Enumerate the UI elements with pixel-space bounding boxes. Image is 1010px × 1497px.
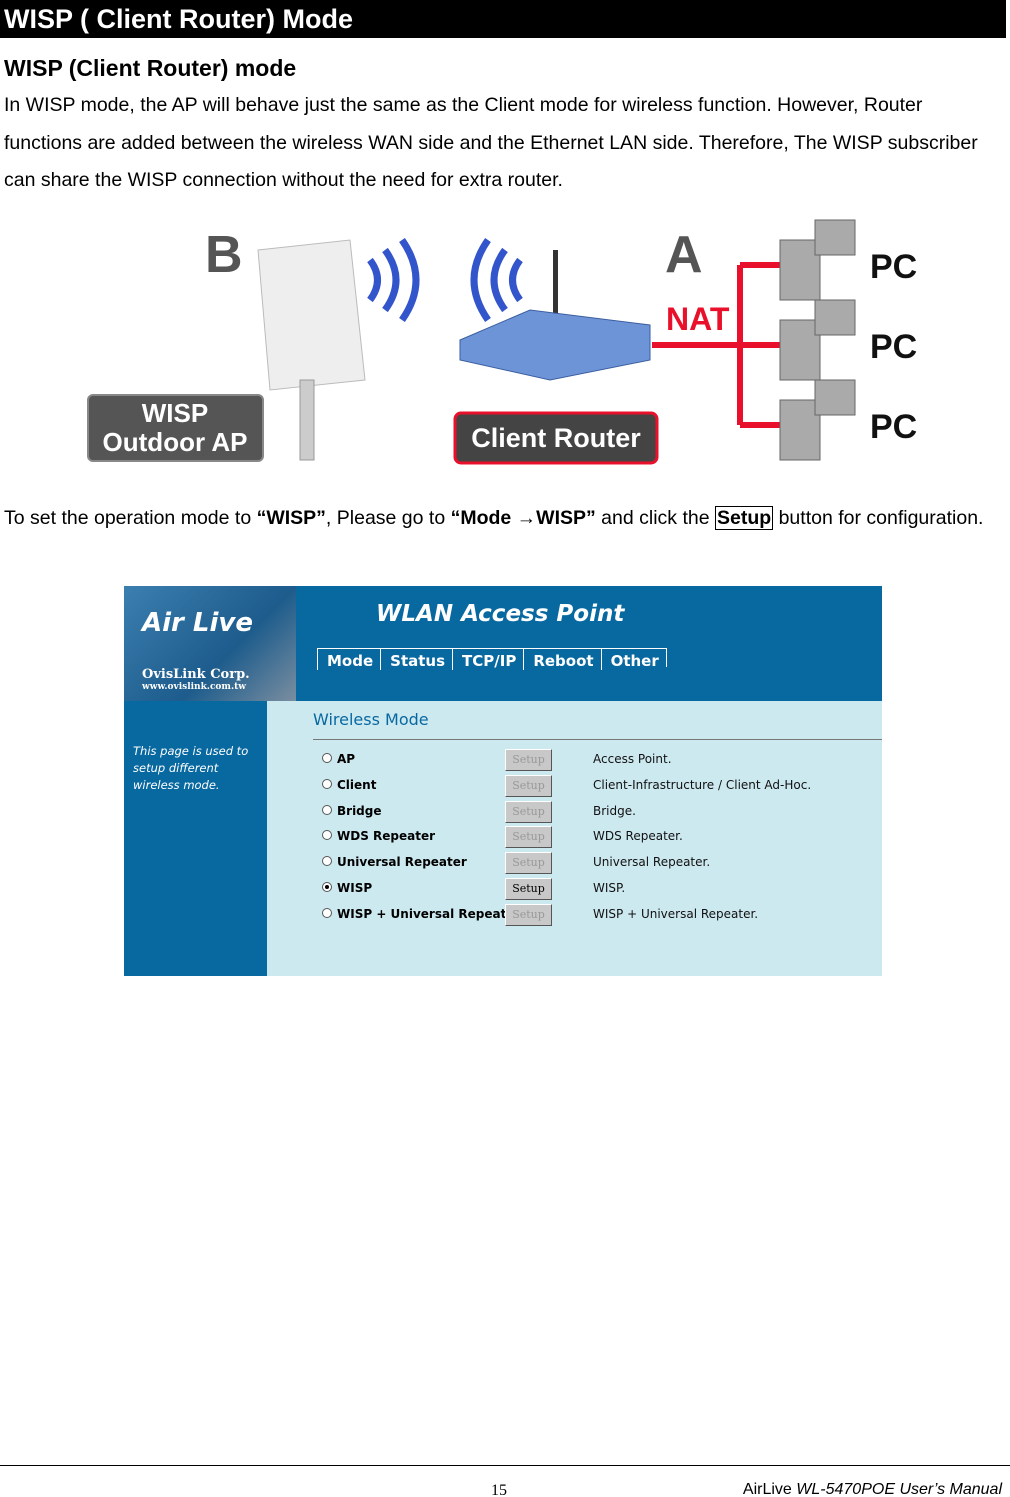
app-title: WLAN Access Point xyxy=(376,601,625,627)
mode-radio[interactable] xyxy=(322,753,332,763)
emphasis: “Mode →WISP” xyxy=(450,507,596,529)
setup-button[interactable]: Setup xyxy=(505,826,552,849)
mode-description: WDS Repeater. xyxy=(593,829,683,844)
nav-reboot[interactable]: Reboot xyxy=(523,649,600,670)
nav-mode[interactable]: Mode xyxy=(317,649,380,670)
airlive-logo: Air Live OvisLink Corp. www.ovislink.com… xyxy=(124,586,296,701)
text: , Please go to xyxy=(325,507,451,529)
mode-row: Client Setup Client-Infrastructure / Cli… xyxy=(322,774,882,797)
sidebar-help-text: This page is used to setup different wir… xyxy=(133,744,249,792)
setup-button[interactable]: Setup xyxy=(505,878,552,900)
mode-row: WISP + Universal Repeater Setup WISP + U… xyxy=(322,903,882,926)
mode-row: AP Setup Access Point. xyxy=(322,749,882,771)
wisp-ap-label: Outdoor AP xyxy=(103,427,248,457)
section-heading: WISP (Client Router) mode xyxy=(4,55,297,81)
mode-radio[interactable] xyxy=(322,856,332,867)
mode-radio[interactable] xyxy=(322,830,332,841)
nav-divider xyxy=(665,649,667,667)
text: button for configuration. xyxy=(773,507,984,529)
top-nav: Mode Status TCP/IP Reboot Other xyxy=(317,648,667,670)
page-header: WISP ( Client Router) Mode xyxy=(0,0,1006,38)
mode-label: Bridge xyxy=(337,803,382,818)
divider xyxy=(313,739,882,740)
text: To set the operation mode to xyxy=(4,507,257,529)
document-page: WISP ( Client Router) Mode WISP (Client … xyxy=(0,0,1010,1497)
footer-divider xyxy=(0,1465,1010,1466)
wisp-ap-label: WISP xyxy=(142,398,208,428)
mode-description: WISP + Universal Repeater. xyxy=(593,906,759,921)
mode-description: Access Point. xyxy=(593,752,672,766)
intro-paragraph: In WISP mode, the AP will behave just th… xyxy=(4,94,978,191)
mode-radio[interactable] xyxy=(322,804,332,815)
mode-label: WDS Repeater xyxy=(337,829,436,844)
page-number: 15 xyxy=(491,1482,507,1497)
mode-row: WDS Repeater Setup WDS Repeater. xyxy=(322,826,882,849)
pc-label: PC xyxy=(870,328,917,366)
mode-description: Universal Repeater. xyxy=(593,855,711,870)
mode-label: Client xyxy=(337,777,377,792)
screenshot-header: Air Live OvisLink Corp. www.ovislink.com… xyxy=(124,586,882,701)
logo-brand: Air Live xyxy=(142,608,253,638)
nat-lines xyxy=(652,262,780,428)
mode-radio[interactable] xyxy=(322,778,332,789)
text: and click the xyxy=(595,507,715,529)
nav-other[interactable]: Other xyxy=(600,649,666,670)
setup-button[interactable]: Setup xyxy=(505,749,552,771)
instruction-paragraph: To set the operation mode to “WISP”, Ple… xyxy=(4,500,1002,538)
setup-button[interactable]: Setup xyxy=(505,800,552,823)
section-title: Wireless Mode xyxy=(313,710,429,729)
emphasis: “WISP” xyxy=(256,507,326,529)
footer-manual: WL-5470POE User’s Manual xyxy=(796,1481,1002,1497)
outdoor-ap-icon xyxy=(257,239,366,461)
mode-radio[interactable] xyxy=(322,882,332,892)
mode-radio[interactable] xyxy=(322,907,332,918)
nav-tcpip[interactable]: TCP/IP xyxy=(452,649,523,670)
mode-description: Client-Infrastructure / Client Ad-Hoc. xyxy=(593,777,812,792)
mode-row: Universal Repeater Setup Universal Repea… xyxy=(322,852,882,875)
mode-row: WISP Setup WISP. xyxy=(322,878,882,900)
pc-icons xyxy=(779,219,856,461)
mode-label: WISP + Universal Repeater xyxy=(337,906,521,921)
mode-description: WISP. xyxy=(593,881,626,895)
label-b: B xyxy=(205,226,243,284)
logo-url: www.ovislink.com.tw xyxy=(142,682,246,692)
manual-title: AirLive WL-5470POE User’s Manual xyxy=(743,1481,1002,1497)
setup-button[interactable]: Setup xyxy=(505,903,552,926)
nat-label: NAT xyxy=(666,301,730,337)
nav-status[interactable]: Status xyxy=(380,649,452,670)
setup-button[interactable]: Setup xyxy=(505,852,552,875)
wireless-waves-icon xyxy=(367,237,523,323)
wisp-network-diagram: B A NAT PC PC PC WISP Outdoor AP Client … xyxy=(87,219,917,465)
pc-label: PC xyxy=(870,248,917,286)
setup-reference: Setup xyxy=(715,506,774,530)
client-router-label: Client Router xyxy=(471,423,641,453)
screenshot-sidebar: This page is used to setup different wir… xyxy=(124,701,267,976)
mode-label: AP xyxy=(337,752,356,766)
pc-label: PC xyxy=(870,408,917,446)
mode-label: Universal Repeater xyxy=(337,855,467,870)
wireless-mode-screenshot: Air Live OvisLink Corp. www.ovislink.com… xyxy=(124,586,882,976)
logo-company: OvisLink Corp. xyxy=(142,667,250,682)
setup-button[interactable]: Setup xyxy=(505,774,552,797)
mode-row: Bridge Setup Bridge. xyxy=(322,800,882,823)
label-a: A xyxy=(665,226,703,284)
mode-description: Bridge. xyxy=(593,803,636,818)
footer-brand: AirLive xyxy=(742,1481,797,1497)
mode-label: WISP xyxy=(337,881,373,895)
